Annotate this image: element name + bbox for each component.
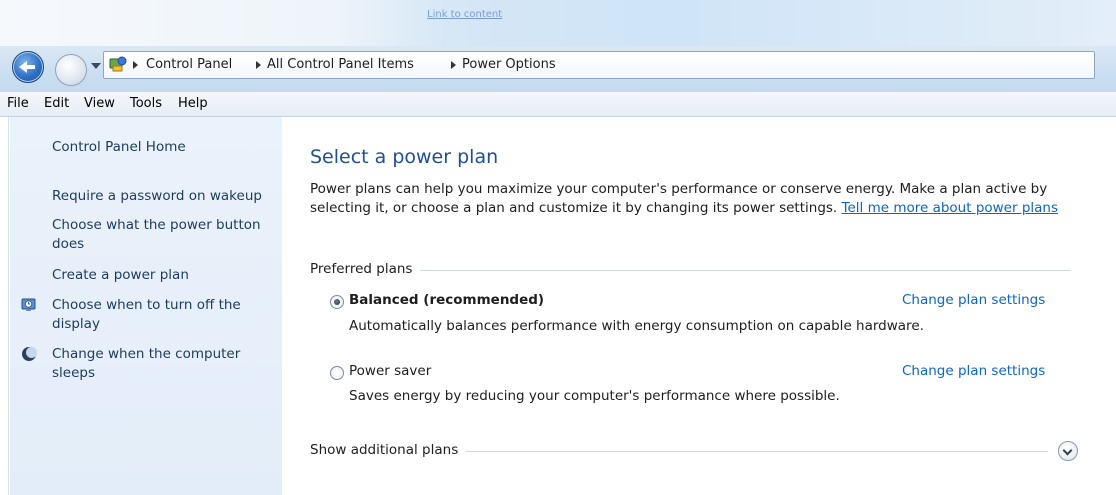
monitor-clock-icon (21, 298, 36, 311)
sidebar-require-password[interactable]: Require a password on wakeup (52, 187, 278, 206)
forward-button[interactable] (55, 54, 87, 86)
sidebar-create-plan[interactable]: Create a power plan (52, 266, 278, 285)
left-edge (0, 117, 10, 495)
breadcrumb-arrow-icon[interactable] (256, 61, 261, 69)
window-title-area: Link to content (0, 0, 1116, 46)
balanced-plan-radio[interactable] (330, 295, 344, 309)
page-title: Select a power plan (310, 146, 499, 168)
section-divider (310, 270, 1070, 271)
menu-tools[interactable]: Tools (130, 96, 162, 111)
show-additional-plans-label[interactable]: Show additional plans (310, 442, 467, 458)
power-saver-change-settings-link[interactable]: Change plan settings (902, 363, 1045, 379)
breadcrumb-control-panel[interactable]: Control Panel (146, 57, 232, 72)
back-button[interactable] (12, 51, 44, 83)
power-saver-plan-radio[interactable] (330, 366, 344, 380)
balanced-change-settings-link[interactable]: Change plan settings (902, 292, 1045, 308)
control-panel-icon (109, 56, 127, 72)
menu-file[interactable]: File (7, 96, 29, 111)
menu-bar: File Edit View Tools Help (0, 92, 1116, 117)
moon-icon (22, 347, 37, 361)
sidebar: Control Panel Home Require a password on… (10, 117, 282, 495)
breadcrumb-all-items[interactable]: All Control Panel Items (267, 57, 414, 72)
preferred-plans-heading: Preferred plans (310, 261, 421, 277)
sidebar-display-off[interactable]: Choose when to turn off the display (52, 296, 278, 334)
menu-view[interactable]: View (84, 96, 115, 111)
breadcrumb-power-options[interactable]: Power Options (462, 57, 556, 72)
page-description: Power plans can help you maximize your c… (310, 180, 1070, 218)
menu-help[interactable]: Help (178, 96, 208, 111)
power-saver-plan-name[interactable]: Power saver (349, 363, 431, 379)
chevron-down-icon[interactable] (1058, 441, 1078, 461)
breadcrumb-arrow-icon[interactable] (133, 61, 138, 69)
balanced-plan-description: Automatically balances performance with … (349, 318, 924, 334)
title-link[interactable]: Link to content (427, 9, 502, 20)
sidebar-computer-sleeps[interactable]: Change when the computer sleeps (52, 345, 278, 383)
address-bar[interactable]: Control Panel All Control Panel Items Po… (103, 51, 1095, 79)
power-saver-plan-description: Saves energy by reducing your computer's… (349, 388, 840, 404)
menu-edit[interactable]: Edit (44, 96, 69, 111)
tell-me-more-link[interactable]: Tell me more about power plans (842, 200, 1059, 216)
balanced-plan-name[interactable]: Balanced (recommended) (349, 292, 544, 308)
recent-pages-dropdown-icon[interactable] (91, 63, 101, 69)
breadcrumb-arrow-icon[interactable] (451, 61, 456, 69)
sidebar-power-button[interactable]: Choose what the power button does (52, 216, 278, 254)
sidebar-control-panel-home[interactable]: Control Panel Home (52, 138, 278, 157)
